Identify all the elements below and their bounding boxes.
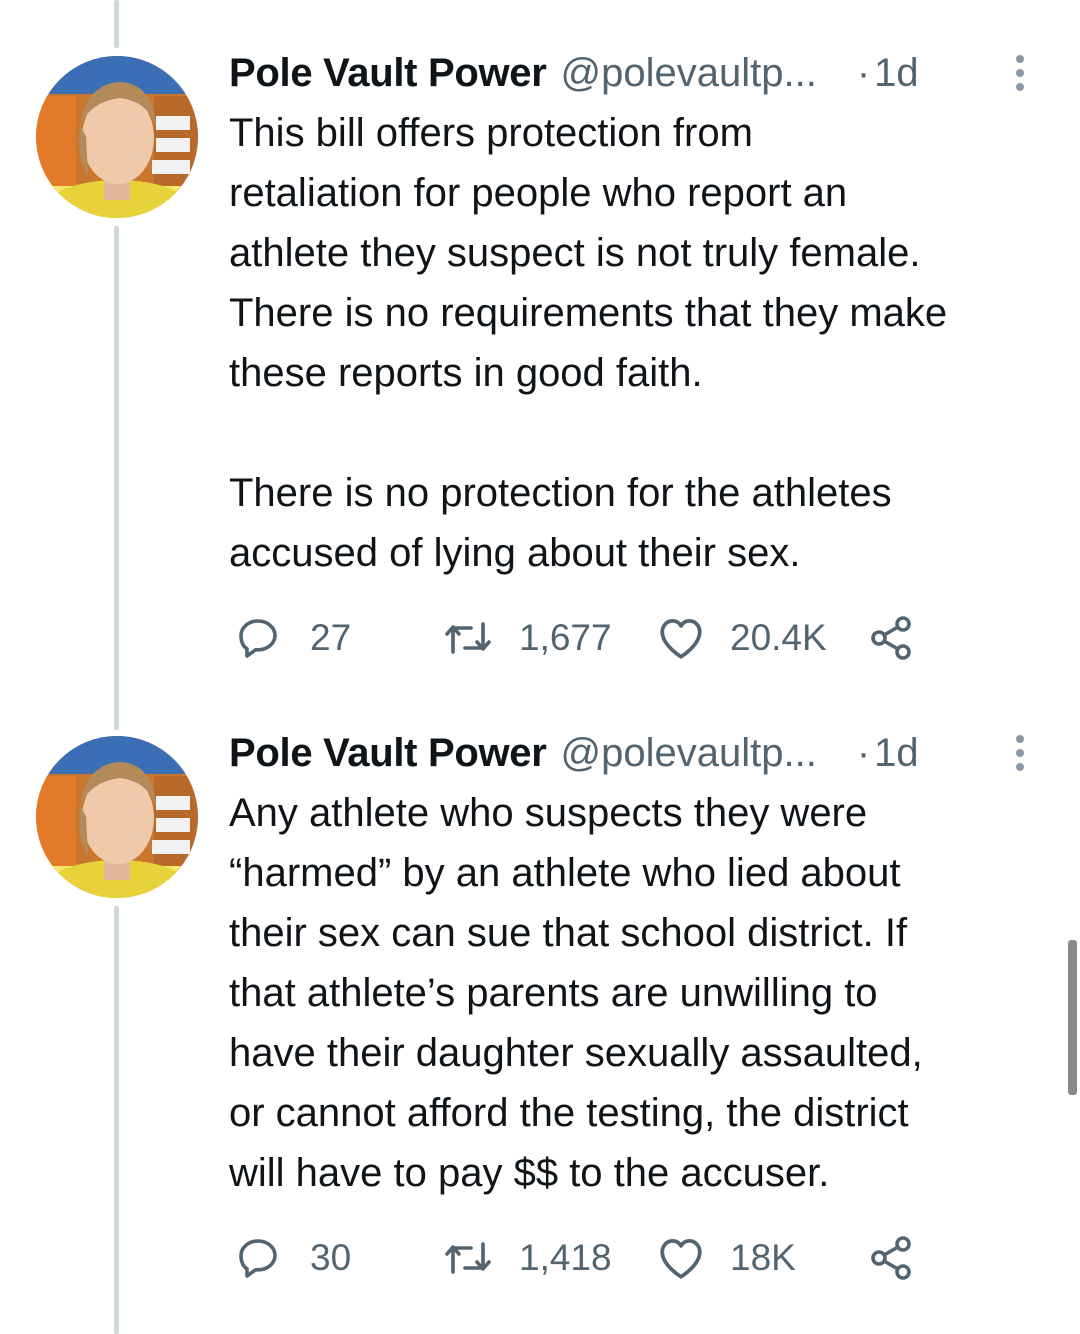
tweet-header: Pole Vault Power @polevaultp... · 1d <box>229 48 919 98</box>
author-avatar[interactable] <box>36 736 198 898</box>
author-name[interactable]: Pole Vault Power <box>229 728 547 778</box>
reply-button[interactable]: 27 <box>234 613 351 663</box>
reply-icon <box>234 1234 282 1282</box>
retweet-count: 1,677 <box>519 617 612 658</box>
scrollbar-thumb[interactable] <box>1068 940 1077 1095</box>
like-button[interactable]: 20.4K <box>656 613 827 663</box>
retweet-icon <box>441 1234 495 1282</box>
reply-button[interactable]: 30 <box>234 1233 351 1283</box>
tweet-header: Pole Vault Power @polevaultp... · 1d <box>229 728 919 778</box>
tweet-timestamp[interactable]: 1d <box>874 48 919 98</box>
tweet-actions: 27 1,677 20.4K <box>229 613 989 663</box>
author-name[interactable]: Pole Vault Power <box>229 48 547 98</box>
author-avatar[interactable] <box>36 56 198 218</box>
tweet-actions: 30 1,418 18K <box>229 1233 989 1283</box>
author-handle[interactable]: @polevaultp... <box>561 728 817 778</box>
author-handle[interactable]: @polevaultp... <box>561 48 817 98</box>
retweet-button[interactable]: 1,677 <box>441 613 612 663</box>
header-separator: · <box>856 731 871 775</box>
share-icon <box>866 1234 916 1282</box>
reply-icon <box>234 614 282 662</box>
heart-icon <box>656 614 706 662</box>
share-button[interactable] <box>866 613 916 663</box>
reply-count: 30 <box>310 1237 352 1278</box>
tweet-2[interactable]: Pole Vault Power @polevaultp... · 1d Any… <box>0 690 1080 1334</box>
share-icon <box>866 614 916 662</box>
retweet-button[interactable]: 1,418 <box>441 1233 612 1283</box>
share-button[interactable] <box>866 1233 916 1283</box>
reply-count: 27 <box>310 617 352 658</box>
heart-icon <box>656 1234 706 1282</box>
like-button[interactable]: 18K <box>656 1233 796 1283</box>
like-count: 20.4K <box>730 617 827 658</box>
more-options-icon[interactable] <box>1010 48 1030 98</box>
tweet-text: Any athlete who suspects they were “harm… <box>229 791 923 1195</box>
retweet-count: 1,418 <box>519 1237 612 1278</box>
header-separator: · <box>856 51 871 95</box>
like-count: 18K <box>730 1237 796 1278</box>
tweet-text: This bill offers protection from retalia… <box>229 111 948 575</box>
retweet-icon <box>441 614 495 662</box>
more-options-icon[interactable] <box>1010 728 1030 778</box>
tweet-1[interactable]: Pole Vault Power @polevaultp... · 1d Thi… <box>0 0 1080 690</box>
tweet-timestamp[interactable]: 1d <box>874 728 919 778</box>
